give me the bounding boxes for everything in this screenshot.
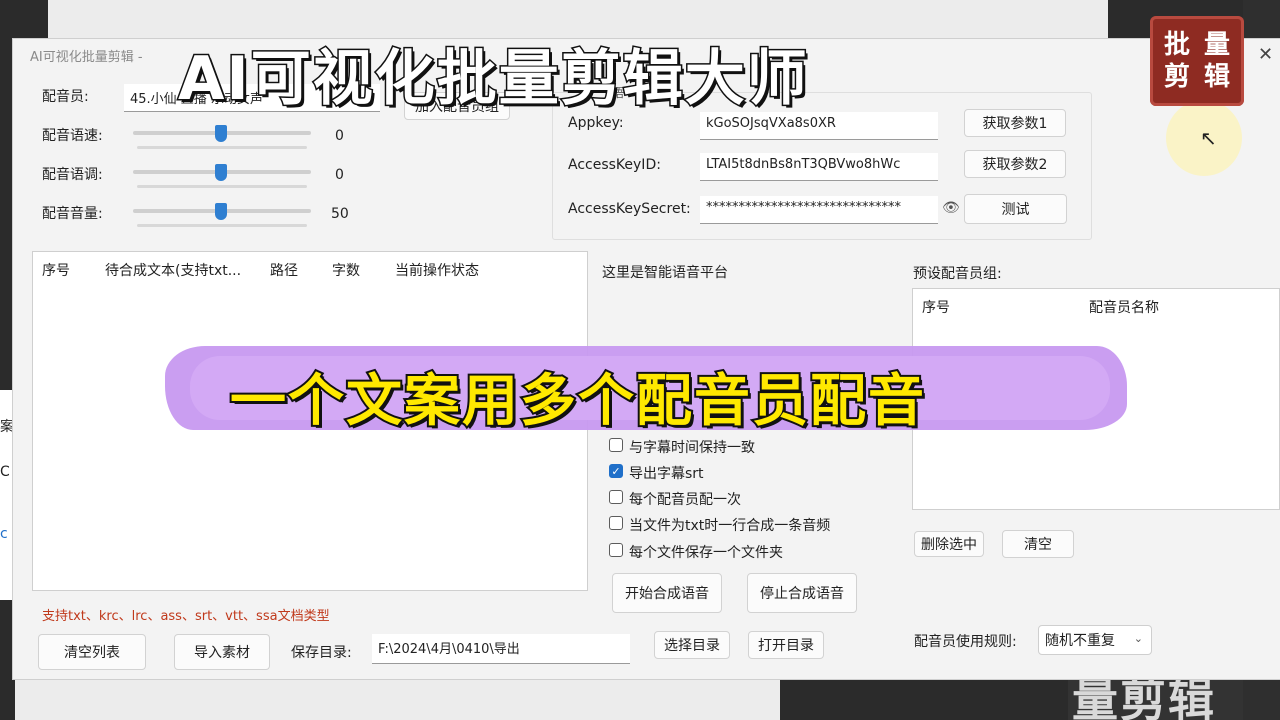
background-char: c: [0, 526, 8, 542]
column-header-status[interactable]: 当前操作状态: [395, 260, 479, 280]
option-checkbox-each-speaker[interactable]: [609, 490, 623, 504]
column-header-index[interactable]: 序号: [42, 260, 70, 280]
column-header-count[interactable]: 字数: [332, 260, 360, 280]
clear-list-button[interactable]: 清空列表: [38, 634, 146, 670]
speed-value: 0: [335, 128, 344, 144]
save-dir-label: 保存目录:: [291, 645, 352, 661]
volume-slider-thumb[interactable]: [215, 203, 227, 220]
accesskeysecret-field[interactable]: ******************************: [700, 196, 938, 224]
option-label: 导出字幕srt: [629, 466, 704, 482]
eye-icon[interactable]: 👁: [942, 200, 960, 216]
speaker-rule-select[interactable]: 随机不重复 ⌄: [1038, 625, 1152, 655]
speaker-rule-label: 配音员使用规则:: [914, 634, 1017, 650]
delete-selected-button[interactable]: 删除选中: [914, 531, 984, 557]
appkey-label: Appkey:: [568, 115, 624, 131]
accesskeysecret-label: AccessKeySecret:: [568, 201, 691, 217]
accesskeyid-field[interactable]: LTAI5t8dnBs8nT3QBVwo8hWc: [700, 153, 938, 181]
option-label: 每个配音员配一次: [629, 492, 741, 508]
open-dir-button[interactable]: 打开目录: [748, 631, 824, 659]
get-param1-button[interactable]: 获取参数1: [964, 109, 1066, 137]
pitch-slider-thumb[interactable]: [215, 164, 227, 181]
brand-seal-logo: 批 量 剪 辑: [1150, 16, 1244, 106]
option-label: 每个文件保存一个文件夹: [629, 545, 783, 561]
speed-slider-thumb[interactable]: [215, 125, 227, 142]
import-button[interactable]: 导入素材: [174, 634, 270, 670]
close-icon[interactable]: ✕: [1258, 44, 1273, 65]
background-window-bottom: [15, 676, 780, 720]
test-button[interactable]: 测试: [964, 194, 1067, 224]
mouse-cursor-icon: ↖: [1200, 126, 1217, 150]
speed-label: 配音语速:: [42, 128, 103, 144]
pitch-value: 0: [335, 167, 344, 183]
option-checkbox-folder-per-file[interactable]: [609, 543, 623, 557]
start-synthesis-button[interactable]: 开始合成语音: [612, 573, 722, 613]
background-char: C: [0, 464, 10, 480]
pitch-label: 配音语调:: [42, 167, 103, 183]
option-checkbox-sync-subtitle[interactable]: [609, 438, 623, 452]
preset-clear-button[interactable]: 清空: [1002, 530, 1074, 558]
option-checkbox-export-srt[interactable]: ✓: [609, 464, 623, 478]
get-param2-button[interactable]: 获取参数2: [964, 150, 1066, 178]
video-subtitle-overlay: 一个文案用多个配音员配音: [228, 367, 926, 436]
volume-value: 50: [331, 206, 349, 222]
speaker-label: 配音员:: [42, 89, 89, 105]
volume-label: 配音音量:: [42, 206, 103, 222]
option-label: 与字幕时间保持一致: [629, 440, 755, 456]
window-title: AI可视化批量剪辑 -: [30, 50, 143, 65]
platform-text: 这里是智能语音平台: [602, 265, 728, 281]
column-header-path[interactable]: 路径: [270, 260, 298, 280]
choose-dir-button[interactable]: 选择目录: [654, 631, 730, 659]
speaker-rule-value: 随机不重复: [1045, 633, 1115, 649]
preset-column-index[interactable]: 序号: [922, 297, 950, 317]
stop-synthesis-button[interactable]: 停止合成语音: [747, 573, 857, 613]
seal-char: 批: [1163, 30, 1190, 60]
seal-char: 辑: [1203, 62, 1230, 92]
option-label: 当文件为txt时一行合成一条音频: [629, 518, 831, 534]
preset-column-name[interactable]: 配音员名称: [1089, 297, 1159, 317]
video-title-overlay: AI可视化批量剪辑大师: [177, 43, 809, 116]
chevron-down-icon: ⌄: [1133, 632, 1143, 645]
seal-char: 量: [1203, 30, 1230, 60]
volume-slider-ticks: [137, 224, 307, 227]
column-header-text[interactable]: 待合成文本(支持txt...: [105, 260, 241, 280]
accesskeyid-label: AccessKeyID:: [568, 157, 661, 173]
preset-group-label: 预设配音员组:: [913, 266, 1002, 282]
seal-char: 剪: [1163, 62, 1190, 92]
pitch-slider-ticks: [137, 185, 307, 188]
supported-formats-hint: 支持txt、krc、lrc、ass、srt、vtt、ssa文档类型: [42, 609, 330, 624]
option-checkbox-line-per-audio[interactable]: [609, 516, 623, 530]
save-dir-field[interactable]: F:\2024\4月\0410\导出: [372, 634, 630, 664]
speed-slider-ticks: [137, 146, 307, 149]
